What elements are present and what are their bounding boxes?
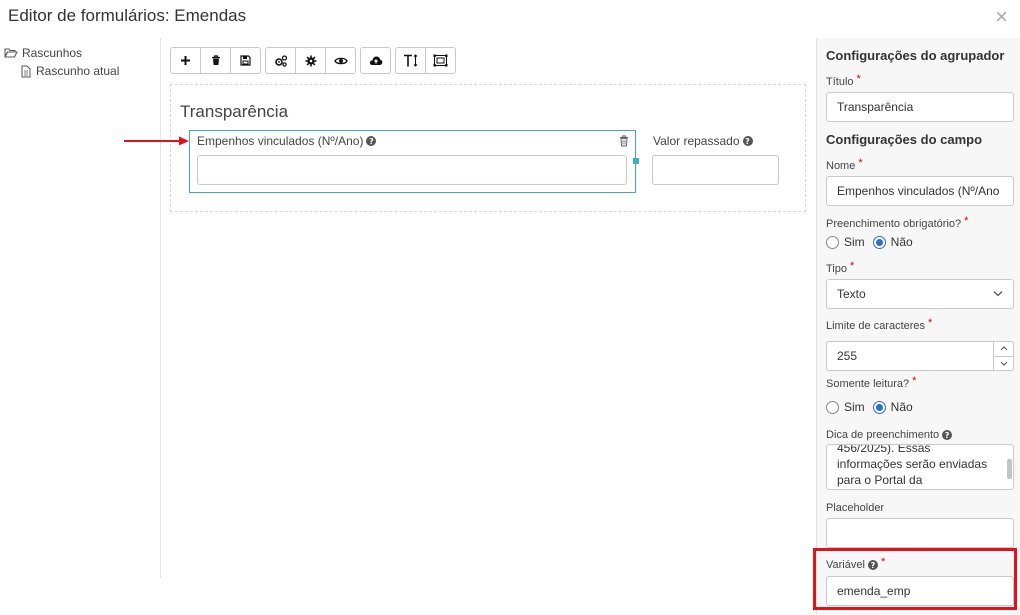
- hint-label: Dica de preenchimento?: [826, 429, 953, 441]
- chevron-down-icon: [993, 291, 1003, 297]
- toolbar-group-layout: [395, 47, 456, 74]
- annotation-arrow: [124, 136, 189, 146]
- hint-line: 456/2025). Essas: [837, 444, 931, 455]
- preview-button[interactable]: [325, 47, 356, 74]
- tree-item-label: Rascunho atual: [36, 64, 120, 78]
- valor-repassado-input[interactable]: [652, 155, 779, 185]
- field-label-text: Empenhos vinculados (Nº/Ano): [197, 134, 364, 148]
- field-label-text: Valor repassado: [653, 134, 740, 148]
- save-button[interactable]: [230, 47, 261, 74]
- text-height-icon: [403, 54, 417, 67]
- type-label: Tipo *: [826, 260, 855, 275]
- form-canvas[interactable]: Transparência Empenhos vinculados (Nº/An…: [170, 84, 806, 212]
- readonly-radio-group: Sim Não: [826, 400, 921, 414]
- field-group-title[interactable]: Transparência: [180, 102, 288, 122]
- increment-button[interactable]: [994, 342, 1013, 357]
- help-icon: ?: [942, 430, 953, 440]
- folder-open-icon: [4, 48, 18, 58]
- char-limit-input[interactable]: 255: [826, 341, 1014, 371]
- type-select[interactable]: Texto: [826, 279, 1014, 309]
- object-group-icon: [433, 54, 448, 67]
- type-select-value: Texto: [837, 287, 866, 301]
- group-settings-header: Configurações do agrupador: [826, 48, 1005, 63]
- cogs-icon: [274, 54, 287, 67]
- placeholder-label: Placeholder: [826, 502, 885, 514]
- decrement-button[interactable]: [994, 357, 1013, 371]
- hint-line: informações serão enviadas: [837, 457, 988, 471]
- modal-header: Editor de formulários: Emendas ×: [0, 0, 1020, 36]
- field-label: Valor repassado ?: [653, 134, 753, 148]
- close-button[interactable]: ×: [995, 6, 1008, 28]
- cloud-upload-icon: [369, 56, 382, 65]
- readonly-nao-radio[interactable]: [872, 400, 886, 414]
- required-label: Preenchimento obrigatório? *: [826, 215, 969, 230]
- help-icon: ?: [366, 136, 377, 146]
- gear-icon: [305, 55, 316, 66]
- trash-icon: [620, 135, 628, 147]
- plus-icon: [181, 56, 190, 65]
- advanced-settings-button[interactable]: [265, 47, 296, 74]
- title-input[interactable]: Transparência: [826, 92, 1014, 122]
- editor-toolbar: [170, 47, 456, 74]
- tree-item-rascunho-atual[interactable]: Rascunho atual: [0, 62, 160, 80]
- required-radio-group: Sim Não: [826, 235, 921, 249]
- readonly-sim-radio[interactable]: [826, 400, 839, 414]
- remove-field-button[interactable]: [619, 134, 629, 152]
- empenhos-input[interactable]: [197, 155, 627, 185]
- hint-line: para o Portal da: [837, 473, 923, 487]
- annotation-highlight-box: [813, 548, 1017, 610]
- number-spinner: [993, 342, 1013, 370]
- readonly-label: Somente leitura? *: [826, 375, 917, 390]
- field-settings-header: Configurações do campo: [826, 132, 983, 147]
- chevron-up-icon: [1000, 346, 1007, 351]
- settings-button[interactable]: [295, 47, 326, 74]
- radio-label: Sim: [844, 235, 865, 249]
- resize-handle[interactable]: [633, 158, 639, 164]
- selected-field-empenhos[interactable]: Empenhos vinculados (Nº/Ano) ?: [189, 130, 639, 193]
- panel-divider: [160, 38, 161, 578]
- title-label: Título *: [826, 73, 861, 88]
- save-icon: [240, 55, 251, 66]
- name-label: Nome *: [826, 157, 863, 172]
- eye-icon: [333, 57, 348, 64]
- group-layout-button[interactable]: [425, 47, 456, 74]
- char-limit-label: Limite de caracteres *: [826, 317, 933, 332]
- chevron-down-icon: [1000, 361, 1007, 366]
- properties-panel: Configurações do agrupador Título * Trans…: [816, 38, 1020, 615]
- field-label: Empenhos vinculados (Nº/Ano) ?: [197, 134, 377, 148]
- radio-label: Não: [890, 400, 913, 414]
- required-nao-radio[interactable]: [872, 235, 886, 249]
- name-input[interactable]: Empenhos vinculados (Nº/Ano: [826, 176, 1014, 206]
- char-limit-value: 255: [837, 349, 858, 363]
- hint-textarea[interactable]: 456/2025). Essas informações serão envia…: [826, 444, 1014, 490]
- publish-button[interactable]: [360, 47, 391, 74]
- text-size-button[interactable]: [395, 47, 426, 74]
- radio-label: Sim: [844, 400, 865, 414]
- toolbar-group-edit: [170, 47, 261, 74]
- file-icon: [21, 65, 31, 77]
- help-icon: ?: [742, 136, 753, 146]
- modal-title: Editor de formulários: Emendas: [8, 6, 247, 25]
- tree-item-rascunhos[interactable]: Rascunhos: [0, 44, 160, 62]
- radio-label: Não: [890, 235, 913, 249]
- draft-tree: Rascunhos Rascunho atual: [0, 44, 160, 80]
- placeholder-input[interactable]: [826, 518, 1014, 548]
- textarea-scrollbar[interactable]: [1007, 459, 1012, 479]
- trash-icon: [211, 55, 220, 65]
- add-button[interactable]: [170, 47, 201, 74]
- tree-item-label: Rascunhos: [22, 46, 83, 60]
- toolbar-group-config: [265, 47, 356, 74]
- delete-button[interactable]: [200, 47, 231, 74]
- required-sim-radio[interactable]: [826, 235, 839, 249]
- toolbar-group-publish: [360, 47, 391, 74]
